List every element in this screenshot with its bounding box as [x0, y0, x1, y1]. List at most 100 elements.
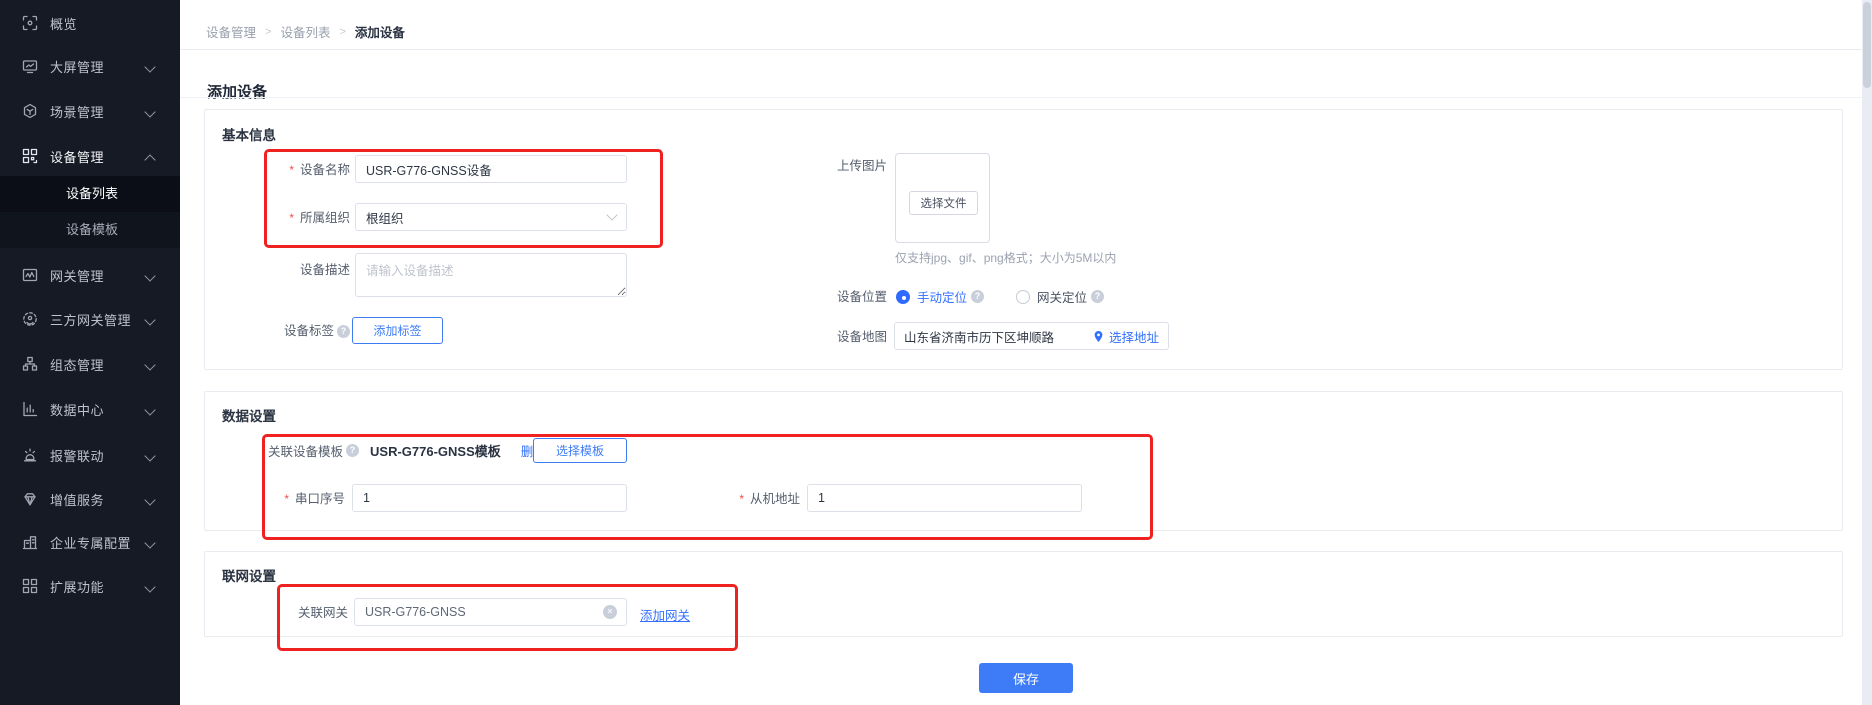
extension-icon — [22, 578, 38, 594]
radio-gateway-location[interactable] — [1016, 290, 1030, 304]
chevron-down-icon — [144, 537, 155, 548]
sidebar-item-label: 扩展功能 — [50, 577, 104, 596]
scrollbar-track[interactable] — [1862, 0, 1872, 705]
serial-port-label: 串口序号 — [225, 491, 345, 507]
chevron-down-icon — [144, 314, 155, 325]
radio-manual-location[interactable] — [896, 290, 910, 304]
save-button[interactable]: 保存 — [979, 663, 1073, 693]
map-address-value: 山东省济南市历下区坤顺路 — [904, 327, 1054, 346]
help-icon[interactable]: ? — [346, 444, 359, 457]
sidebar-item-scene-mgmt[interactable]: 场景管理 — [0, 93, 180, 129]
sidebar-item-data-center[interactable]: 数据中心 — [0, 391, 180, 427]
header-divider — [180, 49, 1862, 50]
sidebar-item-device-mgmt[interactable]: 设备管理 — [0, 138, 180, 174]
sidebar-item-label: 报警联动 — [50, 446, 104, 465]
sidebar-item-extension[interactable]: 扩展功能 — [0, 568, 180, 604]
template-label: 关联设备模板 — [268, 441, 343, 460]
sidebar-item-screen-mgmt[interactable]: 大屏管理 — [0, 48, 180, 84]
chevron-down-icon — [144, 61, 155, 72]
sidebar-item-label: 数据中心 — [50, 400, 104, 419]
gateway-input[interactable] — [354, 598, 627, 626]
alarm-icon — [22, 447, 38, 463]
chevron-down-icon — [144, 581, 155, 592]
gateway-location-option-label[interactable]: 网关定位 — [1037, 287, 1087, 306]
select-template-button[interactable]: 选择模板 — [533, 438, 627, 463]
data-settings-title: 数据设置 — [222, 405, 276, 425]
sidebar-item-gateway-mgmt[interactable]: 网关管理 — [0, 257, 180, 293]
device-name-input[interactable] — [355, 155, 627, 183]
scada-icon — [22, 356, 38, 372]
organization-label: 所属组织 — [230, 210, 350, 226]
sidebar-item-scada-mgmt[interactable]: 组态管理 — [0, 346, 180, 382]
upload-label: 上传图片 — [780, 158, 887, 174]
sidebar-item-label: 网关管理 — [50, 266, 104, 285]
sidebar-item-enterprise-config[interactable]: 企业专属配置 — [0, 524, 180, 560]
title-divider — [180, 97, 1862, 98]
third-gateway-icon — [22, 311, 38, 327]
breadcrumb-item-current: 添加设备 — [355, 22, 405, 41]
chevron-down-icon — [144, 359, 155, 370]
add-tag-button[interactable]: 添加标签 — [352, 317, 443, 344]
sidebar-item-label: 场景管理 — [50, 102, 104, 121]
template-value: USR-G776-GNSS模板 — [370, 441, 501, 460]
choose-address-text: 选择地址 — [1109, 327, 1159, 346]
value-service-icon — [22, 491, 38, 507]
screen-icon — [22, 58, 38, 74]
scene-icon — [22, 103, 38, 119]
description-textarea[interactable] — [355, 253, 627, 297]
sidebar-item-overview[interactable]: 概览 — [0, 5, 180, 41]
sidebar-item-label: 增值服务 — [50, 490, 104, 509]
basic-info-title: 基本信息 — [222, 124, 276, 144]
app-window: 概览 大屏管理 场景管理 设备管理 设备列表 设备模板 网关管理 — [0, 0, 1872, 705]
chevron-down-icon — [144, 404, 155, 415]
chevron-down-icon — [144, 270, 155, 281]
description-label: 设备描述 — [230, 262, 350, 278]
add-gateway-link[interactable]: 添加网关 — [640, 605, 690, 624]
sidebar-item-value-service[interactable]: 增值服务 — [0, 481, 180, 517]
gateway-label: 关联网关 — [228, 605, 348, 621]
chevron-up-icon — [144, 154, 155, 165]
clear-icon[interactable]: ✕ — [603, 605, 617, 619]
sidebar-item-third-gateway-mgmt[interactable]: 三方网关管理 — [0, 301, 180, 337]
sidebar-item-label: 大屏管理 — [50, 57, 104, 76]
network-settings-title: 联网设置 — [222, 565, 276, 585]
upload-hint: 仅支持jpg、gif、png格式；大小为5M以内 — [895, 249, 1116, 266]
device-name-label: 设备名称 — [230, 162, 350, 178]
organization-select[interactable]: 根组织 — [355, 203, 627, 231]
manual-location-option-label[interactable]: 手动定位 — [917, 287, 967, 306]
breadcrumb-separator-icon: > — [265, 26, 271, 38]
choose-file-button[interactable]: 选择文件 — [909, 191, 978, 215]
gateway-icon — [22, 267, 38, 283]
tags-label: 设备标签 ? — [230, 323, 350, 339]
slave-address-input[interactable] — [807, 484, 1082, 512]
sidebar-item-alarm-linkage[interactable]: 报警联动 — [0, 437, 180, 473]
sidebar-item-label: 三方网关管理 — [50, 310, 131, 329]
help-icon[interactable]: ? — [1091, 290, 1104, 303]
device-icon — [22, 148, 38, 164]
tags-label-text: 设备标签 — [284, 323, 334, 339]
location-pin-icon — [1092, 330, 1105, 343]
serial-port-input[interactable] — [352, 484, 627, 512]
chevron-down-icon — [144, 494, 155, 505]
organization-select-value: 根组织 — [366, 208, 404, 227]
breadcrumb-item[interactable]: 设备列表 — [280, 22, 330, 41]
enterprise-icon — [22, 534, 38, 550]
chevron-down-icon — [606, 209, 617, 220]
location-label: 设备位置 — [780, 289, 887, 305]
chevron-down-icon — [144, 450, 155, 461]
choose-address-link[interactable]: 选择地址 — [1092, 327, 1159, 346]
page-title: 添加设备 — [207, 81, 267, 102]
sidebar-item-device-list[interactable]: 设备列表 — [0, 176, 180, 212]
sidebar-item-device-template[interactable]: 设备模板 — [0, 212, 180, 248]
help-icon[interactable]: ? — [971, 290, 984, 303]
sidebar-item-label: 组态管理 — [50, 355, 104, 374]
breadcrumb-item[interactable]: 设备管理 — [206, 22, 256, 41]
sidebar: 概览 大屏管理 场景管理 设备管理 设备列表 设备模板 网关管理 — [0, 0, 180, 705]
scrollbar-thumb[interactable] — [1863, 2, 1871, 88]
sidebar-item-label: 企业专属配置 — [50, 533, 131, 552]
chevron-down-icon — [144, 106, 155, 117]
map-label: 设备地图 — [780, 329, 887, 345]
map-address-field[interactable]: 山东省济南市历下区坤顺路 选择地址 — [894, 322, 1169, 350]
help-icon[interactable]: ? — [337, 325, 350, 338]
sidebar-item-label: 设备管理 — [50, 147, 104, 166]
